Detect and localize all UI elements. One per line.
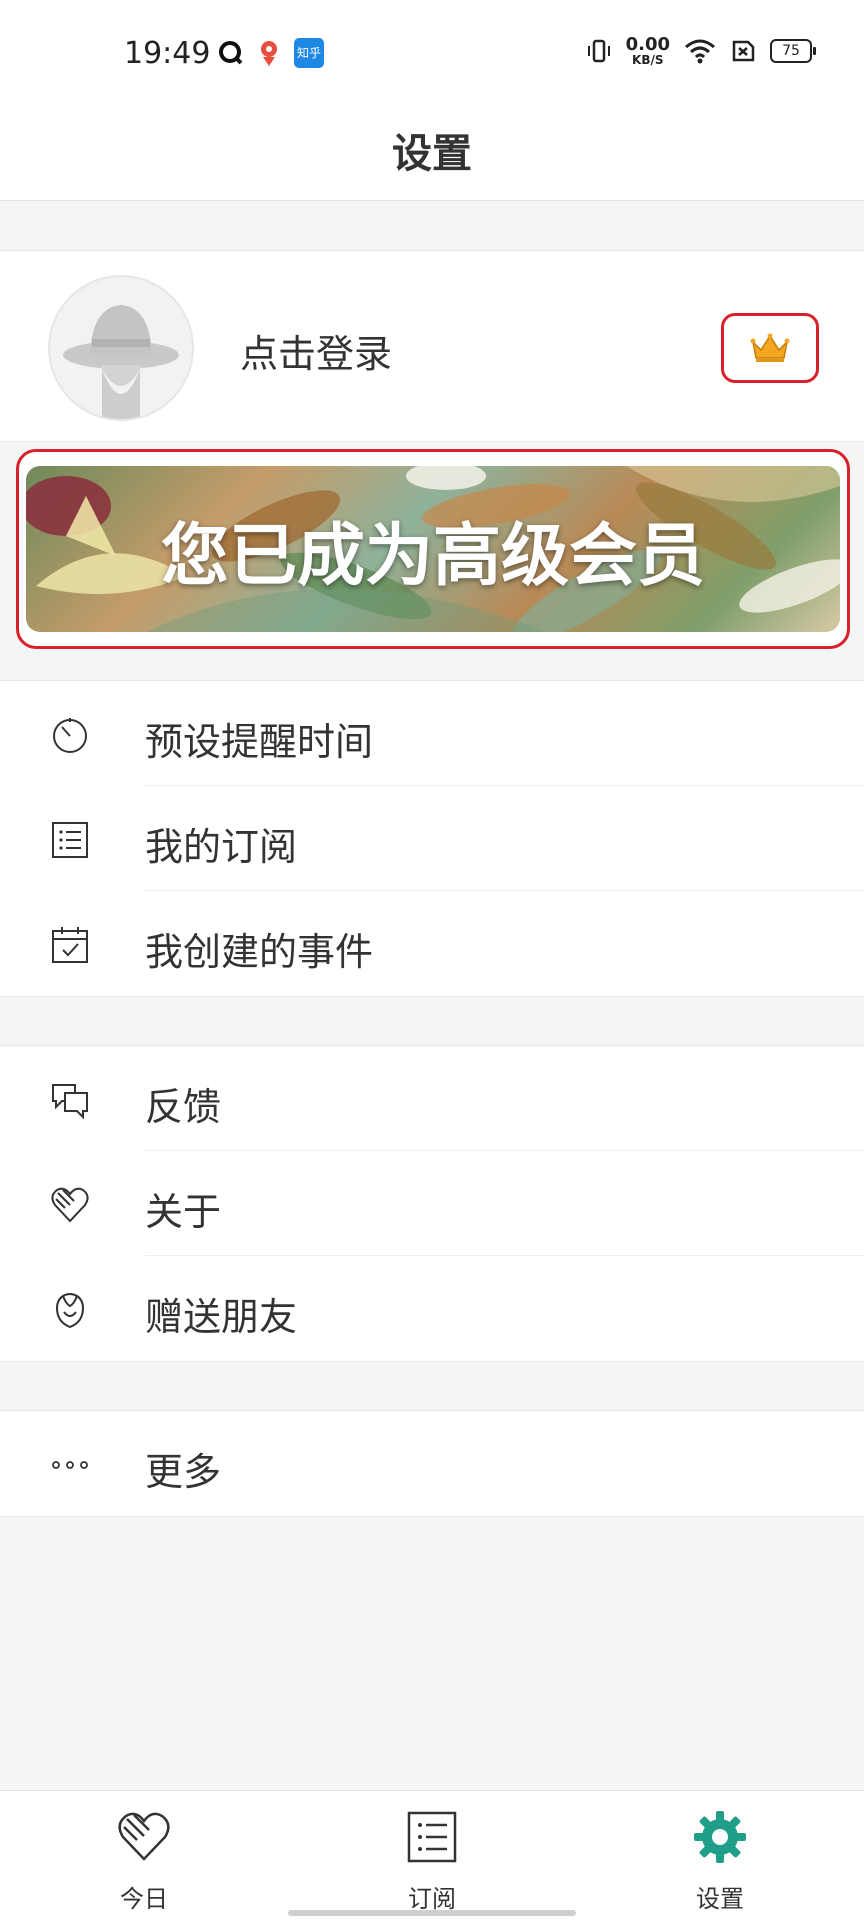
login-label[interactable]: 点击登录: [240, 323, 392, 378]
page-title: 设置: [392, 131, 472, 177]
status-right: 0.00 KB/S 75: [586, 34, 816, 67]
crown-icon: [750, 333, 790, 362]
menu-item-my-events[interactable]: 我创建的事件: [0, 891, 864, 996]
menu-group-more: 更多: [0, 1410, 864, 1517]
list-icon: [407, 1811, 457, 1863]
timer-icon: [53, 718, 87, 753]
menu-item-label: 关于: [145, 1190, 222, 1234]
gear-icon: [694, 1811, 746, 1863]
menu-item-label: 更多: [145, 1450, 222, 1494]
nav-tab-settings[interactable]: 设置: [660, 1809, 780, 1914]
hat-person-avatar-icon: [63, 305, 179, 419]
nav-tab-label: 订阅: [408, 1885, 456, 1913]
zhihu-app-icon: 知乎: [294, 38, 324, 68]
status-time: 19:49: [124, 36, 211, 71]
premium-banner-image: 您已成为高级会员: [26, 466, 840, 632]
nav-tab-label: 今日: [120, 1885, 168, 1913]
menu-group-about: 反馈 关于 赠送朋友: [0, 1045, 864, 1362]
vibrate-icon: [587, 39, 610, 63]
wifi-icon: [685, 39, 715, 64]
bottom-nav: 今日 订阅 设置: [0, 1790, 864, 1921]
menu-item-feedback[interactable]: 反馈: [0, 1046, 864, 1151]
premium-banner-text: 您已成为高级会员: [160, 515, 705, 596]
nav-tab-today[interactable]: 今日: [84, 1809, 204, 1914]
nav-tab-label: 设置: [696, 1885, 744, 1913]
heart-icon: [118, 1812, 170, 1861]
list-icon: [52, 822, 88, 858]
flower-icon: [55, 1293, 85, 1329]
menu-item-label: 反馈: [145, 1085, 222, 1129]
nav-tab-subscriptions[interactable]: 订阅: [372, 1809, 492, 1914]
title-bar: 设置: [0, 100, 864, 201]
menu-item-gift-friend[interactable]: 赠送朋友: [0, 1256, 864, 1361]
menu-item-my-subscriptions[interactable]: 我的订阅: [0, 786, 864, 891]
menu-group-reminders: 预设提醒时间 我的订阅 我创建的事件: [0, 680, 864, 997]
menu-item-label: 我创建的事件: [145, 930, 374, 974]
calendar-check-icon: [52, 927, 88, 963]
profile-card[interactable]: 点击登录: [0, 250, 864, 442]
menu-item-about[interactable]: 关于: [0, 1151, 864, 1256]
no-sim-icon: [732, 40, 755, 62]
status-app-icons: 知乎: [218, 38, 324, 68]
heart-icon: [51, 1187, 89, 1223]
status-bar: 19:49 知乎 0.00 KB/S 75: [0, 0, 864, 100]
net-speed-unit: KB/S: [632, 53, 664, 67]
home-indicator[interactable]: [288, 1910, 576, 1916]
menu-item-preset-reminder-time[interactable]: 预设提醒时间: [0, 681, 864, 786]
menu-item-label: 预设提醒时间: [145, 720, 374, 764]
premium-banner[interactable]: 您已成为高级会员: [16, 449, 850, 649]
menu-item-more[interactable]: 更多: [0, 1411, 864, 1516]
chat-bubbles-icon: [52, 1084, 88, 1120]
net-speed-value: 0.00: [625, 34, 670, 55]
more-dots-icon: [52, 1461, 88, 1469]
menu-item-label: 我的订阅: [145, 825, 298, 869]
map-pin-app-icon: [261, 41, 277, 66]
avatar[interactable]: [48, 275, 194, 421]
net-speed: 0.00 KB/S: [625, 34, 670, 67]
battery-indicator: 75: [770, 39, 816, 63]
vip-crown-button[interactable]: [721, 313, 819, 383]
menu-item-label: 赠送朋友: [145, 1295, 298, 1339]
q-app-icon: [219, 41, 243, 65]
